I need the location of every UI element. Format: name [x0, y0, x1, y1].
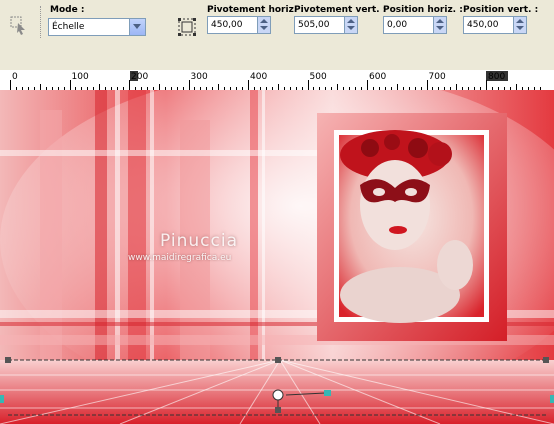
toolbar-grip[interactable]	[40, 6, 44, 38]
position-vert-input[interactable]: 450,00	[463, 16, 527, 34]
mode-label: Mode :	[50, 5, 85, 15]
pivot-vert-label: Pivotement vert. :	[294, 5, 387, 15]
ruler-label: 0	[12, 72, 18, 82]
position-vert-value: 450,00	[467, 20, 499, 30]
pivot-horiz-input[interactable]: 450,00	[207, 16, 271, 34]
image-canvas[interactable]: Pinuccia www.maidiregrafica.eu	[0, 90, 554, 424]
ruler-label: 200	[131, 72, 149, 82]
ruler-major-tick	[486, 80, 487, 90]
pivot-vert-value: 505,00	[298, 20, 330, 30]
position-horiz-spinner[interactable]	[433, 17, 446, 33]
ruler-label: 500	[309, 72, 327, 82]
pick-tool-icon[interactable]	[8, 14, 30, 36]
canvas-artwork	[0, 90, 554, 424]
ruler-label: 300	[190, 72, 208, 82]
position-horiz-value: 0,00	[387, 20, 408, 30]
watermark-url: www.maidiregrafica.eu	[128, 253, 232, 263]
pivot-horiz-spinner[interactable]	[257, 17, 270, 33]
ruler-major-tick	[10, 80, 11, 90]
ruler-major-tick	[129, 80, 130, 90]
mode-select-value: Échelle	[52, 22, 85, 32]
position-vert-spinner[interactable]	[513, 17, 526, 33]
pivot-vert-spinner[interactable]	[344, 17, 357, 33]
pivot-vert-input[interactable]: 505,00	[294, 16, 358, 34]
chevron-down-icon[interactable]	[129, 19, 145, 35]
position-horiz-label: Position horiz. :	[383, 5, 463, 15]
ruler-label: 100	[71, 72, 89, 82]
toolbar: Mode : Échelle Pivotement horiz. : 450,0…	[0, 0, 554, 71]
ruler-major-tick	[188, 80, 190, 90]
mode-select[interactable]: Échelle	[48, 18, 146, 36]
position-vert-label: Position vert. :	[463, 5, 539, 15]
ruler-major-tick	[248, 80, 249, 90]
pivot-horiz-label: Pivotement horiz. :	[207, 5, 304, 15]
horizontal-ruler[interactable]: 0 100 200 300 400 500 600 700 800	[0, 70, 554, 91]
pivot-horiz-value: 450,00	[211, 20, 243, 30]
ruler-major-tick	[69, 80, 71, 90]
ruler-label: 700	[428, 72, 446, 82]
ruler-major-tick	[367, 80, 368, 90]
ruler-label: 400	[250, 72, 268, 82]
position-horiz-input[interactable]: 0,00	[383, 16, 447, 34]
watermark-name: Pinuccia	[160, 231, 238, 251]
ruler-label: 600	[369, 72, 387, 82]
transform-icon[interactable]	[176, 16, 198, 38]
ruler-label: 800	[488, 72, 506, 82]
ruler-major-tick	[426, 80, 428, 90]
ruler-major-tick	[307, 80, 309, 90]
